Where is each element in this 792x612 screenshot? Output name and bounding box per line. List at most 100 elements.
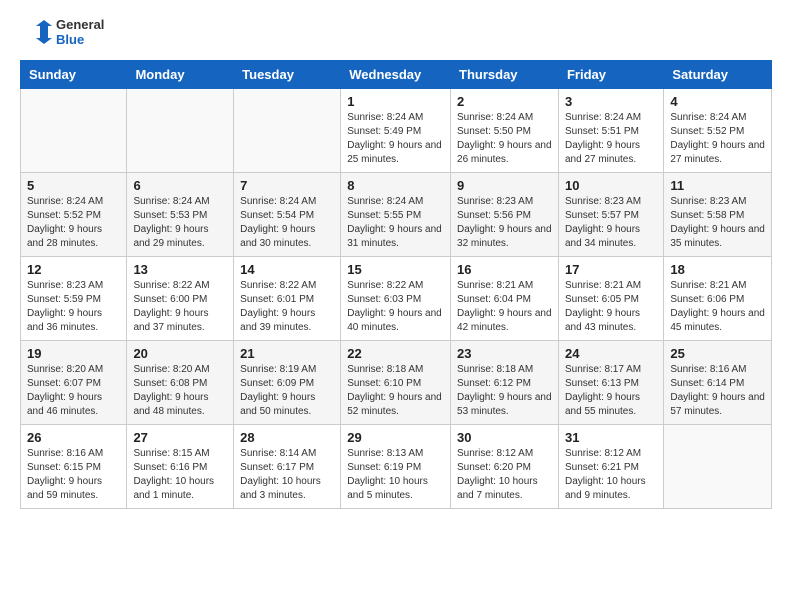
calendar-cell: [664, 425, 772, 509]
page: General Blue SundayMondayTuesdayWednesda…: [0, 0, 792, 525]
day-info: Sunrise: 8:23 AMSunset: 5:58 PMDaylight:…: [670, 195, 765, 251]
day-info: Sunrise: 8:24 AMSunset: 5:51 PMDaylight:…: [565, 111, 657, 167]
calendar-cell: 19 Sunrise: 8:20 AMSunset: 6:07 PMDayligh…: [21, 341, 127, 425]
weekday-header-saturday: Saturday: [664, 61, 772, 89]
day-number: 19: [27, 346, 120, 361]
day-info: Sunrise: 8:12 AMSunset: 6:20 PMDaylight:…: [457, 447, 552, 503]
calendar-cell: [234, 89, 341, 173]
day-info: Sunrise: 8:17 AMSunset: 6:13 PMDaylight:…: [565, 363, 657, 419]
header: General Blue: [20, 16, 772, 48]
day-info: Sunrise: 8:14 AMSunset: 6:17 PMDaylight:…: [240, 447, 334, 503]
calendar-cell: 14Sunrise: 8:22 AMSunset: 6:01 PMDayligh…: [234, 257, 341, 341]
day-info: Sunrise: 8:21 AMSunset: 6:04 PMDaylight:…: [457, 279, 552, 335]
calendar-week-row: 19 Sunrise: 8:20 AMSunset: 6:07 PMDayligh…: [21, 341, 772, 425]
day-info: Sunrise: 8:21 AMSunset: 6:06 PMDaylight:…: [670, 279, 765, 335]
calendar-cell: 12Sunrise: 8:23 AMSunset: 5:59 PMDayligh…: [21, 257, 127, 341]
calendar-cell: 28 Sunrise: 8:14 AMSunset: 6:17 PMDayligh…: [234, 425, 341, 509]
day-info: Sunrise: 8:24 AMSunset: 5:52 PMDaylight:…: [27, 195, 120, 251]
logo-text: General: [56, 17, 104, 32]
calendar-cell: 9 Sunrise: 8:23 AMSunset: 5:56 PMDaylight…: [451, 173, 559, 257]
day-number: 16: [457, 262, 552, 277]
day-number: 13: [133, 262, 227, 277]
day-number: 6: [133, 178, 227, 193]
day-number: 3: [565, 94, 657, 109]
calendar-cell: 22Sunrise: 8:18 AMSunset: 6:10 PMDayligh…: [341, 341, 451, 425]
calendar: SundayMondayTuesdayWednesdayThursdayFrid…: [20, 60, 772, 509]
day-number: 10: [565, 178, 657, 193]
calendar-cell: 25 Sunrise: 8:16 AMSunset: 6:14 PMDayligh…: [664, 341, 772, 425]
calendar-cell: 4 Sunrise: 8:24 AMSunset: 5:52 PMDaylight…: [664, 89, 772, 173]
day-number: 9: [457, 178, 552, 193]
calendar-cell: 20Sunrise: 8:20 AMSunset: 6:08 PMDayligh…: [127, 341, 234, 425]
weekday-header-thursday: Thursday: [451, 61, 559, 89]
day-info: Sunrise: 8:16 AMSunset: 6:14 PMDaylight:…: [670, 363, 765, 419]
day-number: 24: [565, 346, 657, 361]
calendar-header-row: SundayMondayTuesdayWednesdayThursdayFrid…: [21, 61, 772, 89]
calendar-cell: 8 Sunrise: 8:24 AMSunset: 5:55 PMDaylight…: [341, 173, 451, 257]
day-number: 18: [670, 262, 765, 277]
calendar-cell: 27 Sunrise: 8:15 AMSunset: 6:16 PMDayligh…: [127, 425, 234, 509]
weekday-header-tuesday: Tuesday: [234, 61, 341, 89]
day-number: 23: [457, 346, 552, 361]
day-number: 8: [347, 178, 444, 193]
day-info: Sunrise: 8:24 AMSunset: 5:49 PMDaylight:…: [347, 111, 444, 167]
weekday-header-friday: Friday: [558, 61, 663, 89]
day-number: 27: [133, 430, 227, 445]
day-info: Sunrise: 8:24 AMSunset: 5:55 PMDaylight:…: [347, 195, 444, 251]
calendar-cell: 31Sunrise: 8:12 AMSunset: 6:21 PMDayligh…: [558, 425, 663, 509]
day-info: Sunrise: 8:23 AMSunset: 5:59 PMDaylight:…: [27, 279, 120, 335]
day-info: Sunrise: 8:19 AMSunset: 6:09 PMDaylight:…: [240, 363, 334, 419]
day-info: Sunrise: 8:24 AMSunset: 5:52 PMDaylight:…: [670, 111, 765, 167]
calendar-cell: 2 Sunrise: 8:24 AMSunset: 5:50 PMDaylight…: [451, 89, 559, 173]
day-info: Sunrise: 8:24 AMSunset: 5:50 PMDaylight:…: [457, 111, 552, 167]
day-info: Sunrise: 8:23 AMSunset: 5:56 PMDaylight:…: [457, 195, 552, 251]
calendar-cell: 10 Sunrise: 8:23 AMSunset: 5:57 PMDayligh…: [558, 173, 663, 257]
logo-blue-text: Blue: [56, 32, 104, 47]
calendar-cell: 7Sunrise: 8:24 AMSunset: 5:54 PMDaylight…: [234, 173, 341, 257]
calendar-week-row: 1 Sunrise: 8:24 AMSunset: 5:49 PMDaylight…: [21, 89, 772, 173]
calendar-cell: [21, 89, 127, 173]
day-info: Sunrise: 8:20 AMSunset: 6:08 PMDaylight:…: [133, 363, 227, 419]
day-info: Sunrise: 8:15 AMSunset: 6:16 PMDaylight:…: [133, 447, 227, 503]
weekday-header-wednesday: Wednesday: [341, 61, 451, 89]
day-number: 1: [347, 94, 444, 109]
weekday-header-monday: Monday: [127, 61, 234, 89]
calendar-week-row: 5 Sunrise: 8:24 AMSunset: 5:52 PMDaylight…: [21, 173, 772, 257]
day-number: 25: [670, 346, 765, 361]
day-info: Sunrise: 8:24 AMSunset: 5:53 PMDaylight:…: [133, 195, 227, 251]
calendar-week-row: 26 Sunrise: 8:16 AMSunset: 6:15 PMDayligh…: [21, 425, 772, 509]
calendar-cell: 21 Sunrise: 8:19 AMSunset: 6:09 PMDayligh…: [234, 341, 341, 425]
day-info: Sunrise: 8:13 AMSunset: 6:19 PMDaylight:…: [347, 447, 444, 503]
day-info: Sunrise: 8:22 AMSunset: 6:00 PMDaylight:…: [133, 279, 227, 335]
day-info: Sunrise: 8:22 AMSunset: 6:03 PMDaylight:…: [347, 279, 444, 335]
calendar-cell: 29 Sunrise: 8:13 AMSunset: 6:19 PMDayligh…: [341, 425, 451, 509]
calendar-cell: 30Sunrise: 8:12 AMSunset: 6:20 PMDayligh…: [451, 425, 559, 509]
calendar-cell: 3 Sunrise: 8:24 AMSunset: 5:51 PMDaylight…: [558, 89, 663, 173]
day-number: 17: [565, 262, 657, 277]
calendar-cell: 6 Sunrise: 8:24 AMSunset: 5:53 PMDaylight…: [127, 173, 234, 257]
day-number: 2: [457, 94, 552, 109]
day-info: Sunrise: 8:18 AMSunset: 6:10 PMDaylight:…: [347, 363, 444, 419]
day-info: Sunrise: 8:23 AMSunset: 5:57 PMDaylight:…: [565, 195, 657, 251]
day-number: 21: [240, 346, 334, 361]
day-number: 31: [565, 430, 657, 445]
day-number: 4: [670, 94, 765, 109]
day-number: 15: [347, 262, 444, 277]
logo-svg: [20, 16, 52, 48]
day-number: 26: [27, 430, 120, 445]
weekday-header-sunday: Sunday: [21, 61, 127, 89]
day-info: Sunrise: 8:16 AMSunset: 6:15 PMDaylight:…: [27, 447, 120, 503]
calendar-cell: [127, 89, 234, 173]
calendar-cell: 11Sunrise: 8:23 AMSunset: 5:58 PMDayligh…: [664, 173, 772, 257]
calendar-cell: 13 Sunrise: 8:22 AMSunset: 6:00 PMDayligh…: [127, 257, 234, 341]
day-number: 14: [240, 262, 334, 277]
day-number: 28: [240, 430, 334, 445]
calendar-cell: 18 Sunrise: 8:21 AMSunset: 6:06 PMDayligh…: [664, 257, 772, 341]
calendar-cell: 17Sunrise: 8:21 AMSunset: 6:05 PMDayligh…: [558, 257, 663, 341]
day-info: Sunrise: 8:24 AMSunset: 5:54 PMDaylight:…: [240, 195, 334, 251]
day-info: Sunrise: 8:20 AMSunset: 6:07 PMDaylight:…: [27, 363, 120, 419]
calendar-cell: 15 Sunrise: 8:22 AMSunset: 6:03 PMDayligh…: [341, 257, 451, 341]
calendar-cell: 1 Sunrise: 8:24 AMSunset: 5:49 PMDaylight…: [341, 89, 451, 173]
day-number: 29: [347, 430, 444, 445]
day-number: 5: [27, 178, 120, 193]
